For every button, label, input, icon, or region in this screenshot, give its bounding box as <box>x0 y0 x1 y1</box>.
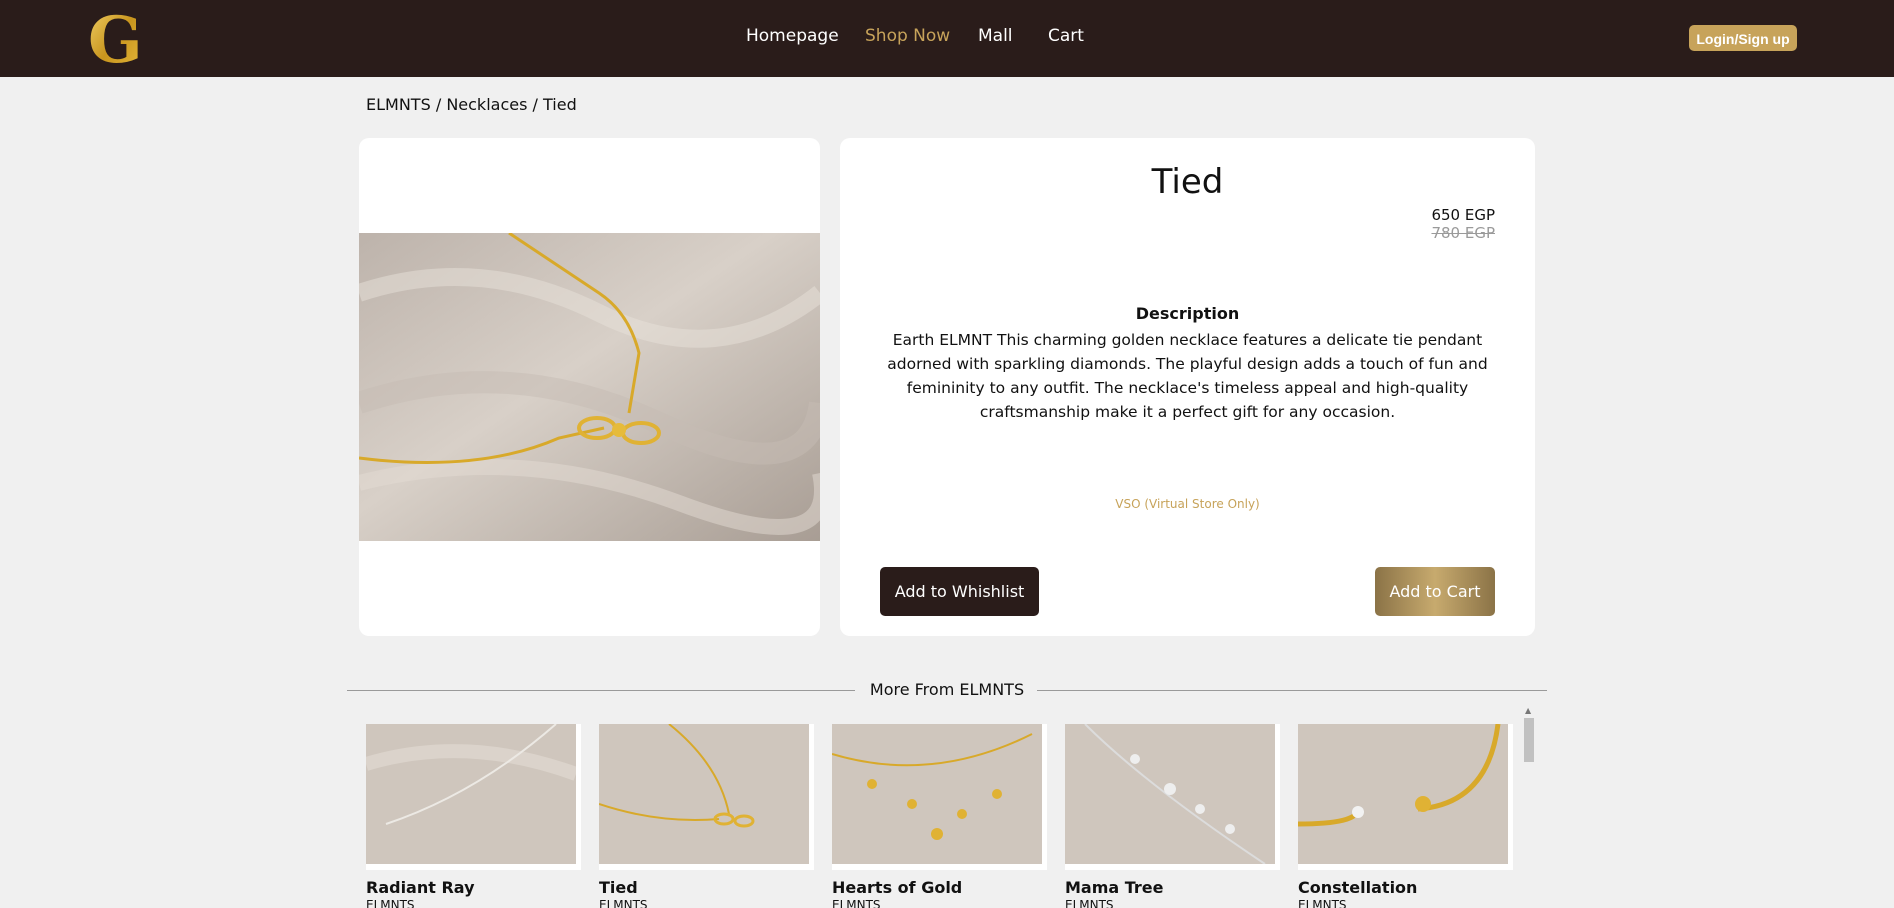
brand-logo-icon[interactable]: G <box>86 4 146 72</box>
product-brand: ELMNTS <box>832 898 881 908</box>
product-card[interactable]: Hearts of Gold ELMNTS <box>832 720 1047 908</box>
product-card[interactable]: Tied ELMNTS <box>599 720 814 908</box>
product-card[interactable]: Radiant Ray ELMNTS <box>366 720 581 908</box>
product-image-card <box>359 138 820 636</box>
nav-cart-link[interactable]: Cart <box>1048 26 1084 46</box>
product-thumbnail <box>599 724 814 870</box>
login-signup-button[interactable]: Login/Sign up <box>1689 25 1797 51</box>
svg-text:G: G <box>88 4 143 72</box>
breadcrumb-separator: / <box>532 95 543 114</box>
product-thumbnail <box>832 724 1047 870</box>
breadcrumb-item-category[interactable]: Necklaces <box>446 95 527 114</box>
price-block: 650 EGP 780 EGP <box>1431 206 1495 242</box>
scroll-up-arrow-icon[interactable]: ▲ <box>1525 706 1531 715</box>
product-name: Hearts of Gold <box>832 878 963 897</box>
add-to-wishlist-button[interactable]: Add to Whishlist <box>880 567 1039 616</box>
product-brand: ELMNTS <box>1298 898 1347 908</box>
product-title: Tied <box>1151 162 1224 202</box>
product-card[interactable]: Mama Tree ELMNTS <box>1065 720 1280 908</box>
product-image <box>359 233 820 541</box>
availability-note: VSO (Virtual Store Only) <box>1115 497 1260 511</box>
product-brand: ELMNTS <box>366 898 415 908</box>
description-heading: Description <box>1135 304 1240 323</box>
product-name: Constellation <box>1298 878 1418 897</box>
breadcrumb-separator: / <box>435 95 447 114</box>
original-price: 780 EGP <box>1431 224 1495 242</box>
scrollbar-thumb[interactable] <box>1524 718 1534 762</box>
product-name: Radiant Ray <box>366 878 475 897</box>
product-thumbnail <box>1065 724 1280 870</box>
product-brand: ELMNTS <box>599 898 648 908</box>
breadcrumb-item-product: Tied <box>543 95 577 114</box>
nav-homepage-link[interactable]: Homepage <box>746 26 839 46</box>
breadcrumb: ELMNTS / Necklaces / Tied <box>366 95 577 114</box>
description-text: Earth ELMNT This charming golden necklac… <box>887 331 1488 421</box>
product-thumbnail <box>1298 724 1513 870</box>
product-info-card: Tied 650 EGP 780 EGP Description Earth E… <box>840 138 1535 636</box>
product-thumbnail <box>366 724 581 870</box>
more-from-divider: More From ELMNTS <box>347 680 1547 700</box>
product-name: Tied <box>599 878 638 897</box>
product-card[interactable]: Constellation ELMNTS <box>1298 720 1513 908</box>
vertical-scrollbar[interactable]: ▲ <box>1522 706 1536 796</box>
current-price: 650 EGP <box>1431 206 1495 224</box>
more-from-heading: More From ELMNTS <box>869 680 1025 699</box>
add-to-cart-button[interactable]: Add to Cart <box>1375 567 1495 616</box>
breadcrumb-item-brand[interactable]: ELMNTS <box>366 95 431 114</box>
nav-mall-link[interactable]: Mall <box>978 26 1013 46</box>
top-navbar: G Homepage Shop Now Mall Cart Login/Sign… <box>0 0 1894 77</box>
product-brand: ELMNTS <box>1065 898 1114 908</box>
related-products-list[interactable]: Radiant Ray ELMNTS Tied ELMNTS Hearts of… <box>356 720 1536 908</box>
nav-shop-now-link[interactable]: Shop Now <box>865 26 950 46</box>
product-name: Mama Tree <box>1065 878 1164 897</box>
